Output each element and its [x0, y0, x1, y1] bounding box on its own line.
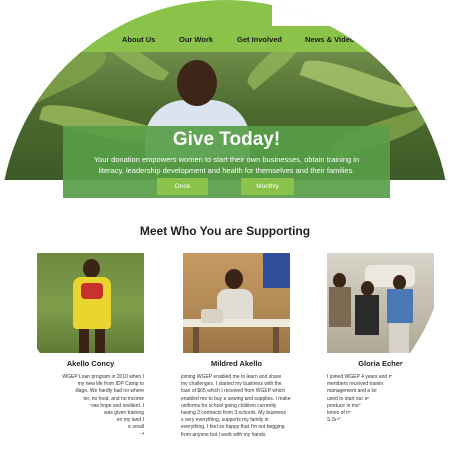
person-photo-gloria — [327, 253, 434, 353]
bio-line: enabled me to buy a sewing and supplies.… — [181, 395, 291, 402]
donate-once-button[interactable]: Once — [157, 178, 208, 195]
person-name-gloria: Gloria Echer — [358, 359, 403, 368]
bio-line: was given training — [103, 410, 144, 417]
bio-line: my challenges. I started my business wit… — [181, 381, 282, 388]
bio-line: tones of goo — [327, 410, 355, 417]
bio-line: from anyone but I work with my hands. — [181, 431, 267, 438]
bio-line: was hope and resilient. I — [90, 402, 144, 409]
person-name-mildred: Mildred Akello — [211, 359, 262, 368]
hero-description: Your donation empowers women to start th… — [70, 154, 383, 176]
person-bio-gloria: I joined WGEP 4 years and m members rece… — [327, 374, 417, 432]
donate-monthly-button[interactable]: Monthly — [241, 178, 294, 195]
bio-line: s very everything, supports my family in — [181, 417, 269, 424]
nav-get-involved[interactable]: Get Involved — [237, 35, 282, 44]
page-viewport: · About Us Our Work Get Involved News & … — [0, 0, 450, 450]
bio-line: used to start our ae — [327, 395, 371, 402]
bio-line: S.Sudan — [327, 417, 347, 424]
hero-description-line-2: literacy, leadership development and hea… — [98, 166, 355, 175]
bio-line: having 3 contracts from 3 schools. My bu… — [181, 410, 287, 417]
person-bio-mildred: joining WGEP enabled me to learn and sha… — [181, 374, 296, 439]
bio-line: WGEP Loan program in 2010 when I — [62, 374, 144, 380]
bio-line: members received trainin — [327, 381, 384, 388]
bio-line: en my land I — [116, 417, 144, 424]
bio-line: ter, no food, and no income — [83, 395, 144, 402]
bio-line: joining WGEP enabled me to learn and sha… — [181, 374, 282, 380]
person-bio-akello: WGEP Loan program in 2010 when I my new … — [37, 374, 144, 439]
nav-our-work[interactable]: Our Work — [179, 35, 213, 44]
bio-line: management and a loi — [327, 388, 377, 395]
person-photo-akello — [37, 253, 144, 353]
nav-item-partial: · — [88, 35, 91, 44]
nav-white-notch — [272, 0, 450, 26]
bio-line: loan of $65 which I received from WGEP w… — [181, 388, 286, 395]
hero-description-line-1: Your donation empowers women to start th… — [93, 155, 360, 164]
nav-news-video[interactable]: News & Video — [305, 35, 354, 44]
hero-person-head — [177, 60, 217, 106]
section-title: Meet Who You are Supporting — [139, 224, 311, 238]
bio-line: e small — [128, 424, 144, 431]
person-photo-mildred — [183, 253, 290, 353]
bio-line: ng — [327, 424, 333, 431]
person-name-akello: Akello Concy — [66, 359, 115, 368]
bio-line: everything. I feel so happy that I'm not… — [181, 424, 285, 431]
bio-line: uniforms for school going children curre… — [181, 402, 277, 409]
bio-line: produce in major — [327, 402, 365, 409]
bio-line: illage. We hardly had no where — [75, 388, 144, 395]
bio-line: I joined WGEP 4 years and m — [327, 374, 393, 380]
bio-line: ind — [137, 431, 144, 438]
hero-title: Give Today! — [172, 129, 281, 150]
nav-about-us[interactable]: About Us — [122, 35, 155, 44]
bio-line: my new life from IDP Camp to — [77, 381, 144, 388]
